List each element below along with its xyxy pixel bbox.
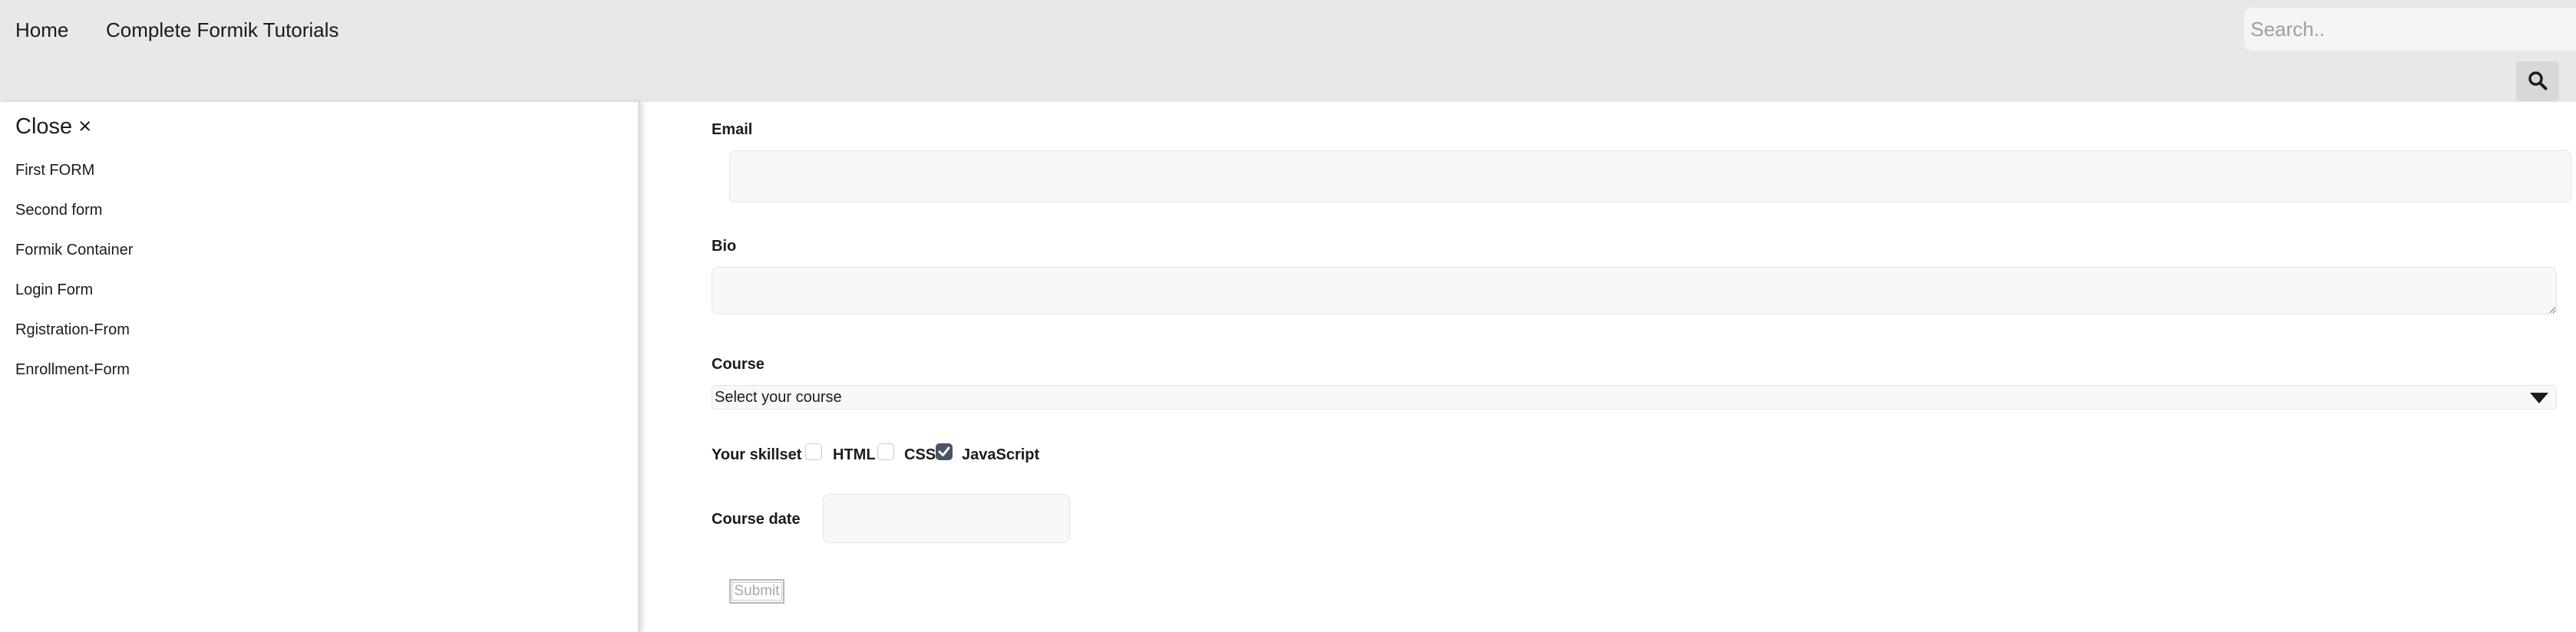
html-checkbox[interactable] — [805, 443, 822, 460]
skillset-label: Your skillset — [712, 446, 802, 463]
search-button[interactable] — [2516, 61, 2559, 101]
html-checkbox-label: HTML — [833, 446, 876, 463]
magnifier-icon — [2528, 71, 2548, 93]
course-select[interactable]: Select your course — [712, 385, 2557, 410]
css-checkbox-label: CSS — [904, 446, 936, 463]
course-date-field[interactable] — [823, 494, 1070, 543]
javascript-checkbox[interactable] — [936, 443, 953, 460]
email-field[interactable] — [729, 150, 2571, 202]
checkmark-icon — [938, 446, 950, 456]
sidebar-item-formik-container[interactable]: Formik Container — [15, 240, 133, 260]
email-label: Email — [712, 121, 753, 138]
css-checkbox[interactable] — [877, 443, 894, 460]
bio-label: Bio — [712, 238, 737, 255]
top-navbar: Home Complete Formik Tutorials — [0, 0, 2576, 102]
javascript-checkbox-label: JavaScript — [962, 446, 1040, 463]
sidebar-close-button[interactable]: Close × — [15, 113, 91, 140]
sidebar-item-enrollment-form[interactable]: Enrollment-Form — [15, 360, 130, 380]
search-input[interactable] — [2244, 8, 2576, 51]
submit-button-label: Submit — [732, 582, 782, 601]
sidebar-item-first-form[interactable]: First FORM — [15, 160, 94, 180]
course-date-label: Course date — [712, 511, 801, 528]
sidebar: Close × First FORM Second form Formik Co… — [0, 102, 640, 632]
caret-down-icon — [2530, 393, 2548, 403]
sidebar-item-login-form[interactable]: Login Form — [15, 280, 93, 300]
nav-home-link[interactable]: Home — [15, 17, 68, 43]
course-select-value: Select your course — [715, 389, 842, 406]
bio-textarea[interactable] — [712, 267, 2557, 314]
submit-button[interactable]: Submit — [729, 579, 784, 604]
nav-tutorials-link[interactable]: Complete Formik Tutorials — [106, 17, 339, 43]
course-label: Course — [712, 356, 765, 373]
sidebar-item-registration-form[interactable]: Rgistration-From — [15, 320, 130, 340]
sidebar-item-second-form[interactable]: Second form — [15, 200, 102, 220]
